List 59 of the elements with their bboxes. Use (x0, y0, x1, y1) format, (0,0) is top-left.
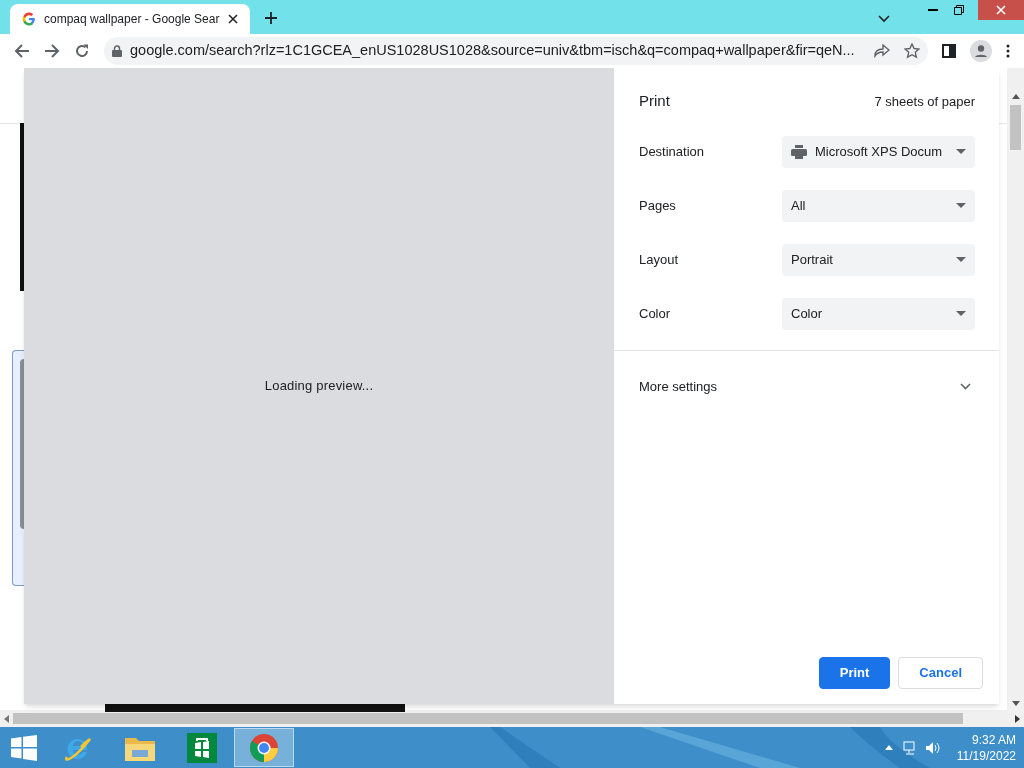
new-tab-icon[interactable] (265, 12, 277, 24)
setting-label: Destination (639, 142, 705, 161)
scroll-right-icon[interactable] (1015, 714, 1020, 723)
forward-icon[interactable] (44, 43, 60, 59)
chevron-down-icon (960, 383, 971, 390)
setting-label: Layout (639, 250, 679, 269)
printer-icon (791, 144, 807, 159)
taskbar-app[interactable] (234, 728, 294, 767)
scrollbar-thumb[interactable] (13, 713, 963, 724)
google-icon (22, 12, 36, 26)
dropdown-arrow-icon (956, 203, 966, 208)
setting-dropdown[interactable]: Portrait (782, 243, 975, 276)
restore-icon[interactable] (954, 5, 964, 15)
show-hidden-icon[interactable] (884, 745, 893, 750)
network-icon[interactable] (902, 740, 917, 755)
scroll-left-icon[interactable] (4, 714, 9, 723)
sheet-count: 7 sheets of paper (874, 92, 975, 111)
scroll-down-icon[interactable] (1011, 701, 1020, 706)
setting-label: Pages (639, 196, 676, 215)
url-text: google.com/search?rlz=1C1GCEA_enUS1028US1028&source=univ&tbm=isch&q=compaq+wallpaper&fir=qeN... (130, 41, 856, 61)
close-window-button[interactable] (978, 0, 1024, 20)
setting-label: Color (639, 304, 671, 323)
scrollbar-thumb[interactable] (1010, 105, 1021, 150)
setting-dropdown[interactable]: Color (782, 297, 975, 330)
browser-tab[interactable]: compaq wallpaper - Google Sear (10, 4, 250, 34)
lock-icon (112, 45, 122, 57)
reload-icon[interactable] (74, 43, 90, 59)
scroll-up-icon[interactable] (1011, 94, 1020, 99)
volume-icon[interactable] (924, 740, 941, 755)
store-icon (187, 732, 217, 763)
setting-dropdown[interactable]: Microsoft XPS Docum (782, 135, 975, 168)
side-panel-icon[interactable] (942, 44, 956, 58)
tab-title: compaq wallpaper - Google Sear (44, 11, 220, 28)
setting-dropdown[interactable]: All (782, 189, 975, 222)
dropdown-arrow-icon (956, 311, 966, 316)
menu-icon[interactable] (1006, 44, 1010, 58)
clock-date[interactable]: 11/19/2022 (956, 747, 1016, 764)
cancel-button[interactable]: Cancel (898, 657, 983, 689)
share-icon[interactable] (874, 44, 890, 58)
clock-time[interactable]: 9:32 AM (971, 731, 1016, 748)
close-icon[interactable] (228, 14, 238, 24)
loading-text: Loading preview... (264, 377, 374, 396)
more-settings-row[interactable]: More settings (614, 350, 999, 423)
close-icon (996, 5, 1006, 15)
chrome-icon (249, 732, 279, 763)
dropdown-arrow-icon (956, 257, 966, 262)
print-button[interactable]: Print (818, 657, 891, 689)
dropdown-arrow-icon (956, 149, 966, 154)
image-thumbnail[interactable] (105, 704, 405, 712)
dialog-title: Print (639, 91, 670, 111)
image-thumbnail[interactable] (20, 123, 24, 291)
chevron-down-icon[interactable] (878, 15, 890, 23)
profile-icon[interactable] (970, 40, 992, 62)
star-icon[interactable] (904, 43, 920, 59)
back-icon[interactable] (14, 43, 30, 59)
result-card[interactable] (12, 350, 24, 586)
address-bar[interactable]: google.com/search?rlz=1C1GCEA_enUS1028US1028&source=univ&tbm=isch&q=compaq+wallpaper&fir=qeN... (104, 37, 928, 65)
minimize-icon[interactable] (928, 8, 938, 12)
windows-start-icon[interactable] (11, 734, 37, 761)
